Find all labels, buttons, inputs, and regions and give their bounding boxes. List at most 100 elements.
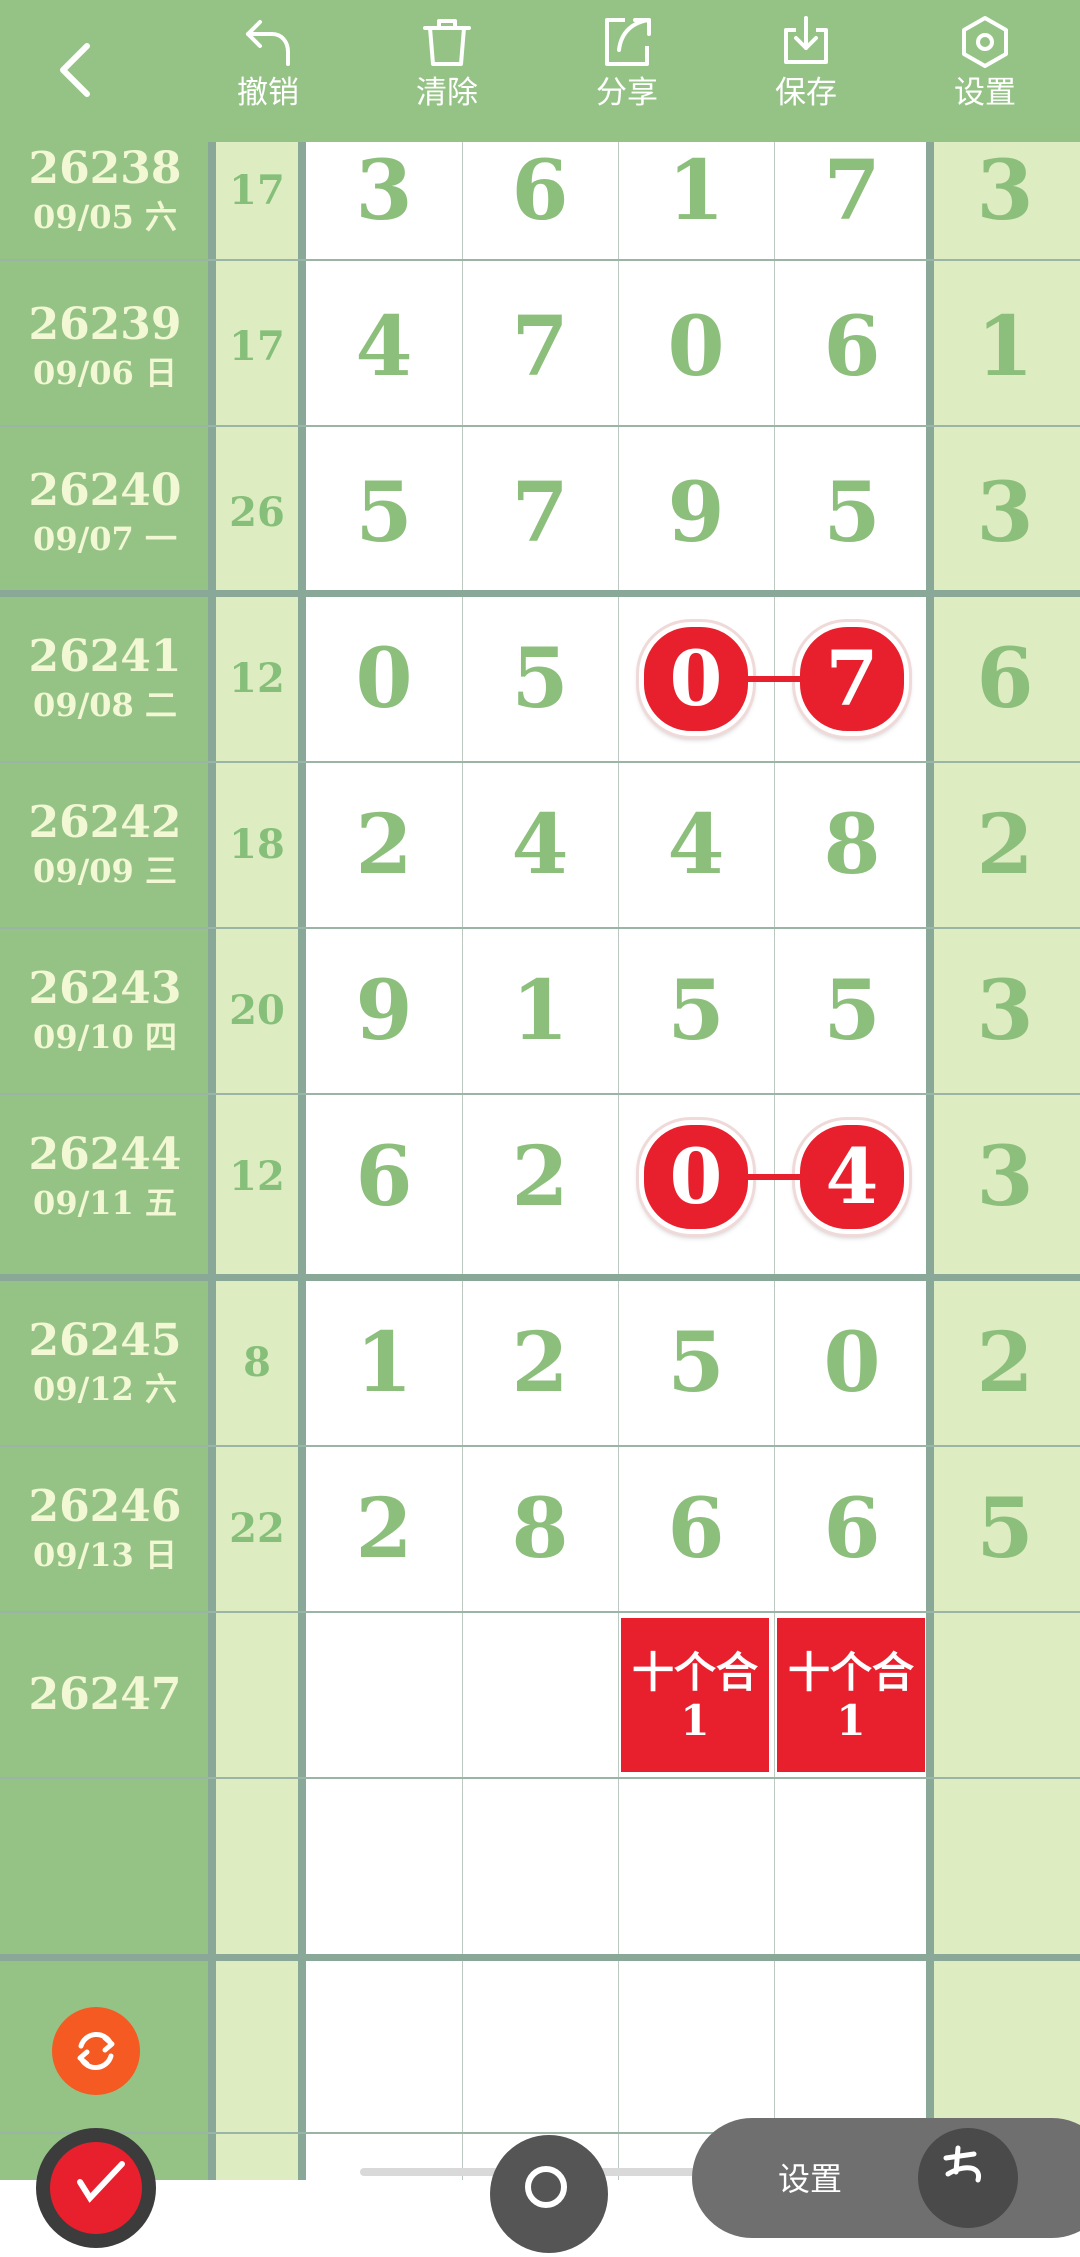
issue-number: 26239 [28,299,182,350]
digit-cell[interactable]: 3 [306,142,462,264]
hexagon-settings-icon [962,16,1008,68]
share-label: 分享 [596,75,658,111]
search-button[interactable] [490,2135,608,2253]
digit-cell[interactable]: 8 [774,762,930,928]
digit-cell[interactable]: 5 [774,430,930,596]
sum-value: 22 [229,1505,285,1552]
digit-cell[interactable]: 4 [462,762,618,928]
connector-line [748,676,800,682]
trash-icon [423,19,471,66]
highlighted-digit[interactable]: 7 [795,622,909,736]
share-button[interactable]: 分享 [567,14,687,132]
pen-button[interactable] [36,2128,156,2248]
search-icon [525,2166,567,2208]
digit-cell[interactable]: 7 [462,430,618,596]
sum-value: 18 [229,821,285,868]
issue-number: 26243 [28,963,182,1014]
row-divider [0,1954,1080,1961]
prediction-box[interactable]: 十个合 1 [777,1618,925,1772]
sum-value: 20 [229,987,285,1034]
issue-number: 26240 [28,465,182,516]
table-row[interactable]: 26244 09/11 五 12 6 2 0 4 3 [0,1094,1080,1260]
last-value: 6 [976,631,1034,727]
digit-cell[interactable]: 1 [618,142,774,264]
digit-cell[interactable]: 6 [774,1446,930,1612]
last-value: 3 [976,1129,1034,1225]
settings-label: 设置 [954,75,1016,111]
digit-cell[interactable]: 8 [462,1446,618,1612]
digit-cell[interactable]: 0 [306,596,462,762]
clear-label: 清除 [416,75,478,111]
digit-cell[interactable]: 7 [462,264,618,430]
pending-row[interactable]: 26247 十个合 1 十个合 1 [0,1612,1080,1778]
back-button[interactable] [40,30,110,110]
prediction-text: 十个合 [787,1648,914,1697]
digit-cell[interactable]: 2 [462,1280,618,1446]
table-row[interactable]: 26239 09/06 日 17 4 7 0 6 1 [0,264,1080,430]
digit-cell[interactable]: 7 [774,142,930,264]
undo-label: 撤销 [237,75,299,111]
table-row[interactable]: 26240 09/07 一 26 5 7 9 5 3 [0,430,1080,596]
digit-cell[interactable]: 0 [618,264,774,430]
issue-date: 09/13 日 [33,1536,177,1574]
table-row[interactable]: 26242 09/09 三 18 2 4 4 8 2 [0,762,1080,928]
table-row[interactable]: 26238 09/05 六 17 3 6 1 7 3 [0,142,1080,264]
issue-number: 26238 [28,143,182,194]
clear-button[interactable]: 清除 [387,14,507,132]
digit-cell[interactable]: 0 [774,1280,930,1446]
refresh-button[interactable] [52,2007,140,2095]
issue-number: 26242 [28,797,182,848]
table-row[interactable]: 26241 09/08 二 12 0 5 0 7 6 [0,596,1080,762]
table-row[interactable]: 26245 09/12 六812502 [0,1280,1080,1446]
table-row[interactable]: 26243 09/10 四 20 9 1 5 5 3 [0,928,1080,1094]
settings-button[interactable]: 设置 [925,14,1045,132]
digit-cell[interactable]: 5 [618,1280,774,1446]
digit-cell[interactable]: 5 [462,596,618,762]
last-value: 3 [976,465,1034,561]
undo-icon [246,20,290,66]
last-value: 2 [976,1315,1034,1411]
issue-number: 26247 [28,1669,182,1720]
last-value: 1 [976,299,1034,395]
digit-cell[interactable]: 2 [306,762,462,928]
digit-cell[interactable]: 2 [306,1446,462,1612]
digit-cell[interactable]: 6 [306,1094,462,1260]
digit-cell[interactable]: 6 [462,142,618,264]
highlighted-digit[interactable]: 0 [639,1120,753,1234]
digit-cell[interactable]: 5 [618,928,774,1094]
digit-cell[interactable]: 6 [618,1446,774,1612]
highlighted-digit[interactable]: 0 [639,622,753,736]
issue-date: 09/11 五 [33,1184,177,1222]
connector-line [748,1174,800,1180]
chevron-left-icon [60,43,90,97]
digit-cell[interactable]: 1 [462,928,618,1094]
digit-cell[interactable]: 5 [774,928,930,1094]
refresh-icon [77,2032,115,2070]
issue-date: 09/05 六 [33,198,177,236]
digit-cell[interactable]: 2 [462,1094,618,1260]
prediction-value: 1 [836,1696,866,1745]
digit-cell[interactable]: 4 [306,264,462,430]
trend-grid[interactable]: 26238 09/05 六 17 3 6 1 7 3 26239 09/06 日 17 4 7 0 6 1 26… [0,142,1080,2180]
table-row[interactable]: 26246 09/13 日 22 2 8 6 6 5 [0,1446,1080,1612]
digit-cell[interactable]: 6 [774,264,930,430]
digit-cell[interactable]: 9 [306,928,462,1094]
last-value: 5 [976,1481,1034,1577]
prediction-box[interactable]: 十个合 1 [621,1618,769,1772]
sum-value: 17 [229,167,285,214]
digit-cell[interactable]: 1 [306,1280,462,1446]
panel-label: 设置 [778,2160,843,2198]
digit-cell[interactable]: 4 [618,762,774,928]
issue-date: 09/07 一 [33,520,177,558]
highlighted-digit[interactable]: 4 [795,1120,909,1234]
issue-number: 26246 [28,1481,182,1532]
pen-icon [50,2142,142,2234]
digit-cell[interactable]: 5 [306,430,462,596]
handwriting-icon[interactable] [918,2128,1018,2228]
save-button[interactable]: 保存 [746,14,866,132]
undo-button[interactable]: 撤销 [208,14,328,132]
issue-number: 26244 [28,1129,182,1180]
bottom-settings-panel[interactable]: 设置 [692,2118,1080,2238]
digit-cell[interactable]: 9 [618,430,774,596]
sum-value: 12 [229,655,285,702]
